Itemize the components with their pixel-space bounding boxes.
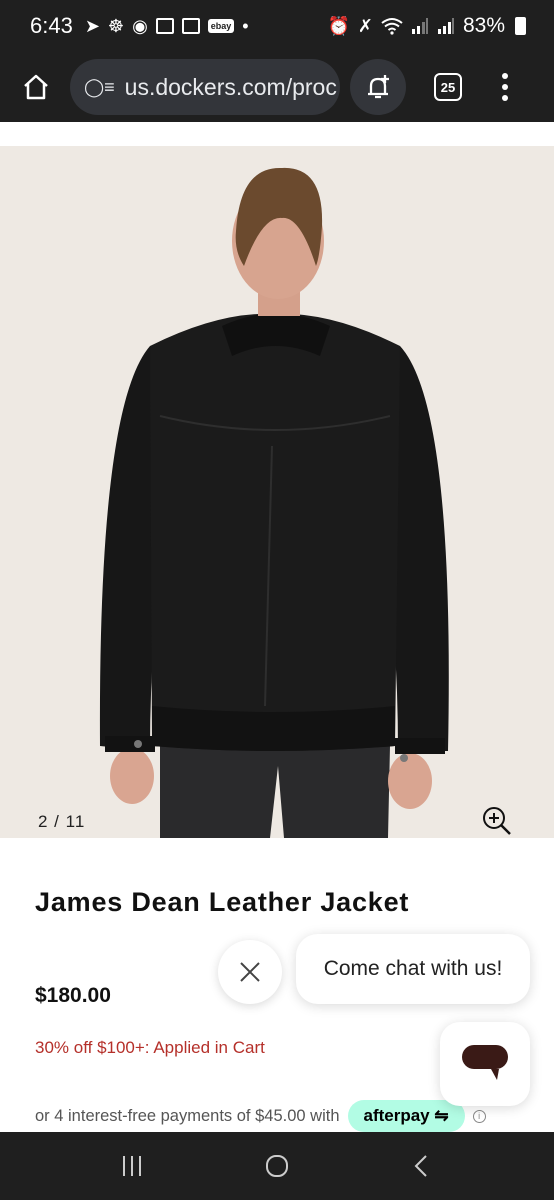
notification-add-icon [368,75,389,99]
calendar-icon [155,18,174,34]
chat-launcher-button[interactable] [440,1022,530,1106]
more-vert-icon [502,73,508,79]
clock: 6:43 [30,13,73,38]
target-icon: ◉ [132,15,148,36]
mute-icon: ✗ [357,15,373,36]
info-icon[interactable]: i [472,1109,486,1123]
calendar-icon-2 [181,18,200,34]
browser-toolbar: ◯≡ us.dockers.com/proc 25 [0,52,554,122]
afterpay-logo: afterpay [363,1106,430,1125]
chat-icon [462,1045,508,1080]
home-nav-button[interactable] [264,1153,290,1179]
ebay-icon: ebay [207,19,235,33]
zoom-button[interactable] [482,806,512,836]
more-options-button[interactable] [502,73,508,101]
system-navigation-bar [0,1132,554,1200]
telegram-icon: ➤ [84,15,100,36]
product-price: $180.00 [35,984,111,1007]
image-counter: 2 / 11 [38,812,86,831]
battery-icon [515,17,526,35]
web-page: 2 / 11 James Dean Leather Jacket $180.00… [0,122,554,1132]
recents-button[interactable] [119,1153,145,1179]
alarm-icon: ⏰ [327,15,350,36]
address-bar[interactable]: ◯≡ us.dockers.com/proc [70,59,340,115]
product-photo [99,167,449,838]
wifi-icon [381,18,403,35]
home-icon [24,74,48,100]
chat-prompt[interactable]: Come chat with us! [296,934,530,1004]
notification-app-icon: ☸ [107,15,125,36]
dot-icon: • [242,15,249,36]
product-title: James Dean Leather Jacket [35,887,410,917]
tab-switcher-button[interactable]: 25 [434,73,462,101]
zoom-in-icon [483,807,511,835]
battery-percent: 83% [462,14,505,37]
status-left: 6:43 ➤ ☸ ◉ ebay • [30,13,249,39]
home-button[interactable] [14,65,58,109]
product-image-carousel[interactable]: 2 / 11 [0,146,554,838]
afterpay-text: or 4 interest-free payments of $45.00 wi… [35,1106,340,1125]
back-button[interactable] [409,1153,435,1179]
close-icon [240,962,260,982]
status-right: ⏰ ✗ 83% [327,14,526,38]
afterpay-row: or 4 interest-free payments of $45.00 wi… [35,1100,486,1132]
url-text: us.dockers.com/proc [124,73,337,100]
promo-message: 30% off $100+: Applied in Cart [35,1038,265,1057]
status-bar: 6:43 ➤ ☸ ◉ ebay • ⏰ ✗ 83% [0,0,554,52]
signal-icon [411,18,428,34]
chat-dismiss-button[interactable] [218,940,282,1004]
afterpay-badge[interactable]: afterpay ⇋ [347,1100,465,1132]
signal-icon-2 [437,18,454,34]
site-settings-icon[interactable]: ◯≡ [84,77,115,98]
notification-add-button[interactable] [350,59,406,115]
